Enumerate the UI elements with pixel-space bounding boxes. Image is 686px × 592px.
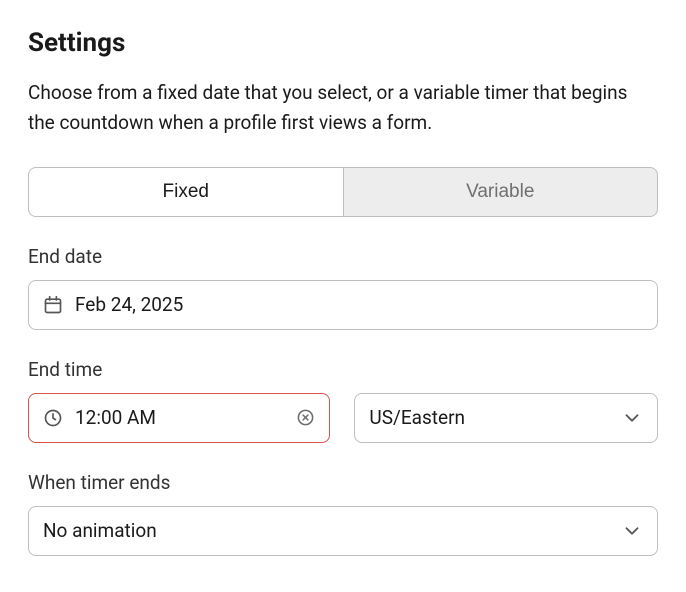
- timezone-select[interactable]: US/Eastern: [354, 393, 658, 443]
- end-time-value: 12:00 AM: [75, 406, 156, 429]
- end-time-label: End time: [28, 358, 658, 381]
- end-date-label: End date: [28, 245, 658, 268]
- segmented-fixed-label: Fixed: [163, 181, 209, 203]
- when-timer-ends-select[interactable]: No animation: [28, 506, 658, 556]
- when-timer-ends-value: No animation: [43, 519, 157, 542]
- segmented-variable-label: Variable: [466, 181, 534, 203]
- segmented-variable[interactable]: Variable: [344, 167, 659, 217]
- timer-type-segmented: Fixed Variable: [28, 167, 658, 217]
- clear-time-icon[interactable]: [296, 408, 315, 427]
- page-title: Settings: [28, 28, 658, 58]
- end-time-input[interactable]: 12:00 AM: [28, 393, 330, 443]
- chevron-down-icon: [621, 520, 643, 542]
- timezone-value: US/Eastern: [369, 406, 465, 429]
- end-date-input[interactable]: Feb 24, 2025: [28, 280, 658, 330]
- settings-description: Choose from a fixed date that you select…: [28, 78, 658, 139]
- calendar-icon: [43, 295, 63, 315]
- end-date-value: Feb 24, 2025: [75, 293, 183, 316]
- segmented-fixed[interactable]: Fixed: [28, 167, 344, 217]
- clock-icon: [43, 408, 63, 428]
- chevron-down-icon: [621, 407, 643, 429]
- when-timer-ends-label: When timer ends: [28, 471, 658, 494]
